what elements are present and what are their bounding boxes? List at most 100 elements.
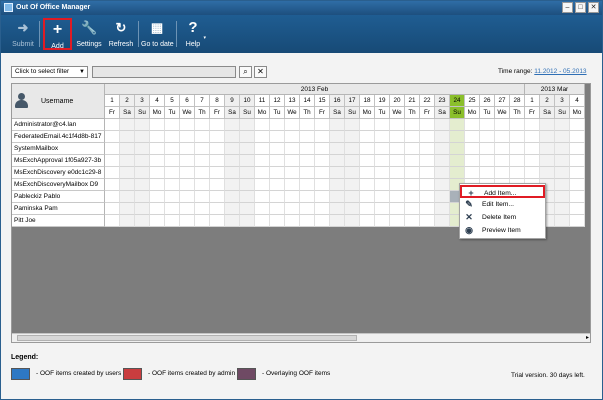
calendar-cell[interactable] (225, 215, 240, 227)
calendar-cell[interactable] (420, 155, 435, 167)
calendar-cell[interactable] (120, 155, 135, 167)
calendar-cell[interactable] (210, 119, 225, 131)
calendar-cell[interactable] (225, 167, 240, 179)
calendar-cell[interactable] (150, 119, 165, 131)
user-row[interactable]: Pableckiz Pablo (12, 191, 105, 203)
calendar-cell[interactable] (510, 167, 525, 179)
calendar-cell[interactable] (390, 191, 405, 203)
calendar-cell[interactable] (165, 167, 180, 179)
calendar-cell[interactable] (405, 215, 420, 227)
calendar-cell[interactable] (150, 131, 165, 143)
calendar-cell[interactable] (135, 155, 150, 167)
user-row[interactable]: MsExchDiscoveryMailbox D9 (12, 179, 105, 191)
calendar-cell[interactable] (420, 167, 435, 179)
calendar-cell[interactable] (555, 215, 570, 227)
calendar-cell[interactable] (405, 119, 420, 131)
calendar-cell[interactable] (360, 143, 375, 155)
calendar-cell[interactable] (105, 179, 120, 191)
calendar-cell[interactable] (195, 215, 210, 227)
clear-filter-button[interactable]: ✕ (254, 66, 267, 78)
calendar-cell[interactable] (480, 155, 495, 167)
calendar-cell[interactable] (375, 167, 390, 179)
calendar-cell[interactable] (345, 143, 360, 155)
calendar-cell[interactable] (210, 143, 225, 155)
calendar-cell[interactable] (555, 143, 570, 155)
calendar-cell[interactable] (120, 119, 135, 131)
calendar-cell[interactable] (285, 131, 300, 143)
time-range-link[interactable]: 11.2012 - 05.2013 (534, 68, 586, 75)
submit-button[interactable]: ➜ Submit (11, 18, 35, 50)
calendar-cell[interactable] (495, 143, 510, 155)
calendar-cell[interactable] (300, 203, 315, 215)
calendar-cell[interactable] (270, 143, 285, 155)
calendar-cell[interactable] (330, 131, 345, 143)
calendar-cell[interactable] (465, 131, 480, 143)
calendar-cell[interactable] (270, 215, 285, 227)
calendar-cell[interactable] (345, 155, 360, 167)
user-row[interactable]: Administrator@c4.lan (12, 119, 105, 131)
calendar-cell[interactable] (405, 131, 420, 143)
calendar-cell[interactable] (555, 167, 570, 179)
calendar-cell[interactable] (195, 143, 210, 155)
calendar-cell[interactable] (255, 143, 270, 155)
calendar-cell[interactable] (330, 215, 345, 227)
calendar-cell[interactable] (270, 179, 285, 191)
calendar-cell[interactable] (510, 143, 525, 155)
calendar-cell[interactable] (345, 203, 360, 215)
calendar-cell[interactable] (195, 167, 210, 179)
calendar-cell[interactable] (120, 191, 135, 203)
calendar-cell[interactable] (420, 191, 435, 203)
calendar-cell[interactable] (315, 191, 330, 203)
calendar-cell[interactable] (225, 119, 240, 131)
calendar-cell[interactable] (315, 119, 330, 131)
calendar-cell[interactable] (165, 155, 180, 167)
calendar-cell[interactable] (195, 131, 210, 143)
calendar-cell[interactable] (570, 191, 585, 203)
calendar-cell[interactable] (150, 143, 165, 155)
calendar-cell[interactable] (555, 191, 570, 203)
calendar-cell[interactable] (390, 179, 405, 191)
calendar-cell[interactable] (525, 131, 540, 143)
calendar-cell[interactable] (405, 179, 420, 191)
calendar-cell[interactable] (165, 143, 180, 155)
calendar-cell[interactable] (165, 215, 180, 227)
calendar-cell[interactable] (525, 143, 540, 155)
calendar-cell[interactable] (345, 191, 360, 203)
calendar-cell[interactable] (165, 191, 180, 203)
calendar-cell[interactable] (180, 179, 195, 191)
add-button[interactable]: + Add (43, 18, 72, 50)
calendar-cell[interactable] (375, 155, 390, 167)
calendar-cell[interactable] (420, 203, 435, 215)
calendar-cell[interactable] (405, 155, 420, 167)
calendar-cell[interactable] (150, 215, 165, 227)
calendar-cell[interactable] (570, 203, 585, 215)
calendar-cell[interactable] (195, 119, 210, 131)
calendar-cell[interactable] (300, 155, 315, 167)
filter-select[interactable]: Click to select filter ▼ (11, 66, 88, 78)
go-to-date-button[interactable]: ▦ Go to date (141, 18, 174, 50)
calendar-cell[interactable] (540, 131, 555, 143)
calendar-cell[interactable] (285, 119, 300, 131)
calendar-cell[interactable] (180, 215, 195, 227)
calendar-cell[interactable] (420, 179, 435, 191)
calendar-cell[interactable] (150, 167, 165, 179)
calendar-cell[interactable] (360, 155, 375, 167)
calendar-cell[interactable] (450, 167, 465, 179)
calendar-cell[interactable] (510, 131, 525, 143)
calendar-cell[interactable] (360, 191, 375, 203)
calendar-cell[interactable] (495, 131, 510, 143)
calendar-cell[interactable] (435, 179, 450, 191)
horizontal-scrollbar[interactable]: ▸ (12, 333, 590, 342)
calendar-cell[interactable] (390, 143, 405, 155)
calendar-cell[interactable] (210, 131, 225, 143)
calendar-cell[interactable] (105, 143, 120, 155)
calendar-cell[interactable] (240, 131, 255, 143)
calendar-cell[interactable] (390, 155, 405, 167)
calendar-cell[interactable] (555, 203, 570, 215)
calendar-cell[interactable] (285, 215, 300, 227)
calendar-cell[interactable] (435, 131, 450, 143)
calendar-cell[interactable] (390, 131, 405, 143)
edit-item-menu-item[interactable]: ✎ Edit Item... (460, 198, 545, 211)
calendar-cell[interactable] (165, 119, 180, 131)
calendar-cell[interactable] (105, 167, 120, 179)
